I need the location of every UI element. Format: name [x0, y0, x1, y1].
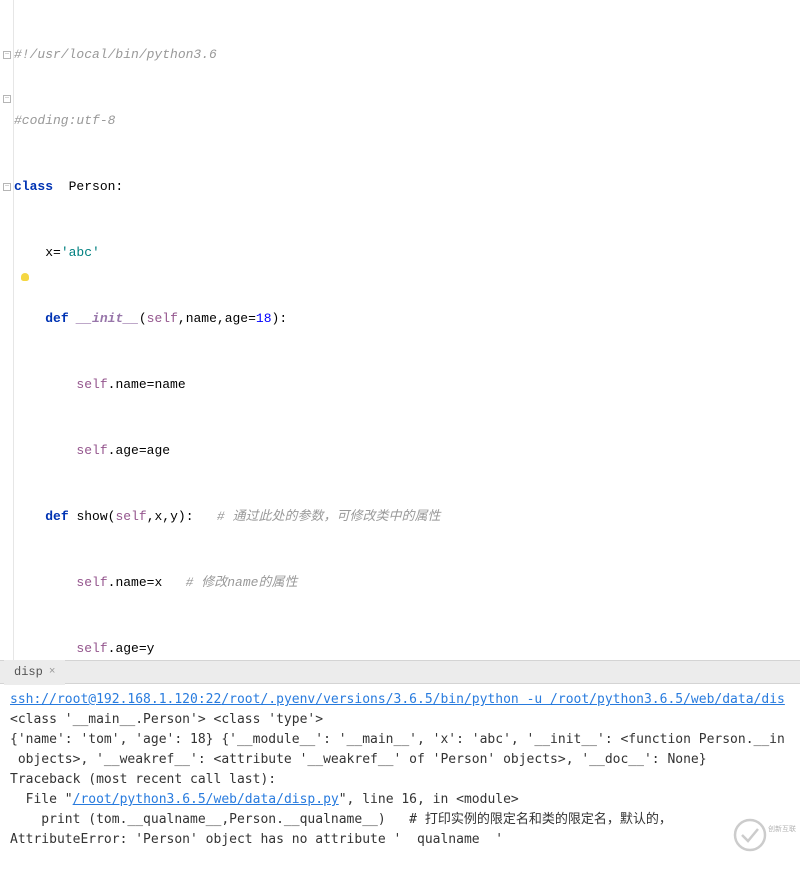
console-text: File ": [10, 792, 73, 807]
close-icon[interactable]: ×: [49, 661, 56, 683]
fold-marker[interactable]: −: [3, 95, 11, 103]
number-literal: 18: [256, 311, 272, 326]
code-text: .name=x: [108, 575, 186, 590]
code-text: ,x,y):: [147, 509, 217, 524]
code-indent: [14, 641, 76, 656]
function-name: __init__: [76, 311, 138, 326]
code-indent: [14, 311, 45, 326]
console-line: print (tom.__qualname__,Person.__qualnam…: [10, 810, 796, 830]
code-text: ,name,age=: [178, 311, 256, 326]
intention-bulb-icon[interactable]: [19, 273, 31, 285]
console-tab[interactable]: disp ×: [4, 659, 65, 685]
svg-text:创新互联: 创新互联: [768, 824, 796, 834]
code-area[interactable]: #!/usr/local/bin/python3.6 #coding:utf-8…: [14, 0, 800, 660]
ssh-link[interactable]: ssh://root@192.168.1.120:22: [10, 692, 221, 707]
self-keyword: self: [76, 575, 107, 590]
code-text: x=: [14, 245, 61, 260]
editor-gutter: − − −: [0, 0, 14, 660]
console-line: <class '__main__.Person'> <class 'type'>: [10, 710, 796, 730]
code-text: ):: [272, 311, 288, 326]
comment: # 通过此处的参数，可修改类中的属性: [217, 509, 441, 524]
watermark-logo: 创新互联: [732, 817, 796, 865]
self-keyword: self: [76, 641, 107, 656]
console-line: objects>, '__weakref__': <attribute '__w…: [10, 750, 796, 770]
console-line: {'name': 'tom', 'age': 18} {'__module__'…: [10, 730, 796, 750]
self-keyword: self: [115, 509, 146, 524]
traceback-header: Traceback (most recent call last):: [10, 770, 796, 790]
self-keyword: self: [76, 443, 107, 458]
shebang-comment: #!/usr/local/bin/python3.6: [14, 47, 217, 62]
code-text: (: [139, 311, 147, 326]
function-name: show: [76, 509, 107, 524]
fold-marker[interactable]: −: [3, 183, 11, 191]
code-indent: [14, 575, 76, 590]
error-line: AttributeError: 'Person' object has no a…: [10, 830, 796, 850]
string-literal: 'abc': [61, 245, 100, 260]
code-text: .name=name: [108, 377, 186, 392]
def-keyword: def: [45, 311, 68, 326]
code-text: .age=y: [108, 641, 155, 656]
tab-label: disp: [14, 661, 43, 683]
class-name: Person:: [53, 179, 123, 194]
code-indent: [14, 509, 45, 524]
console-tabbar: disp ×: [0, 660, 800, 684]
file-link[interactable]: /root/python3.6.5/web/data/disp.py: [73, 792, 339, 807]
console-text: ", line 16, in <module>: [339, 792, 519, 807]
code-indent: [14, 443, 76, 458]
fold-marker[interactable]: −: [3, 51, 11, 59]
path-link[interactable]: /root/.pyenv/versions/3.6.5/bin/python -…: [221, 692, 785, 707]
code-editor[interactable]: − − − #!/usr/local/bin/python3.6 #coding…: [0, 0, 800, 660]
class-keyword: class: [14, 179, 53, 194]
code-indent: [14, 377, 76, 392]
code-text: .age=age: [108, 443, 170, 458]
comment: # 修改name的属性: [186, 575, 298, 590]
self-keyword: self: [147, 311, 178, 326]
def-keyword: def: [45, 509, 68, 524]
console-output[interactable]: ssh://root@192.168.1.120:22/root/.pyenv/…: [0, 684, 800, 869]
coding-comment: #coding:utf-8: [14, 113, 115, 128]
self-keyword: self: [76, 377, 107, 392]
